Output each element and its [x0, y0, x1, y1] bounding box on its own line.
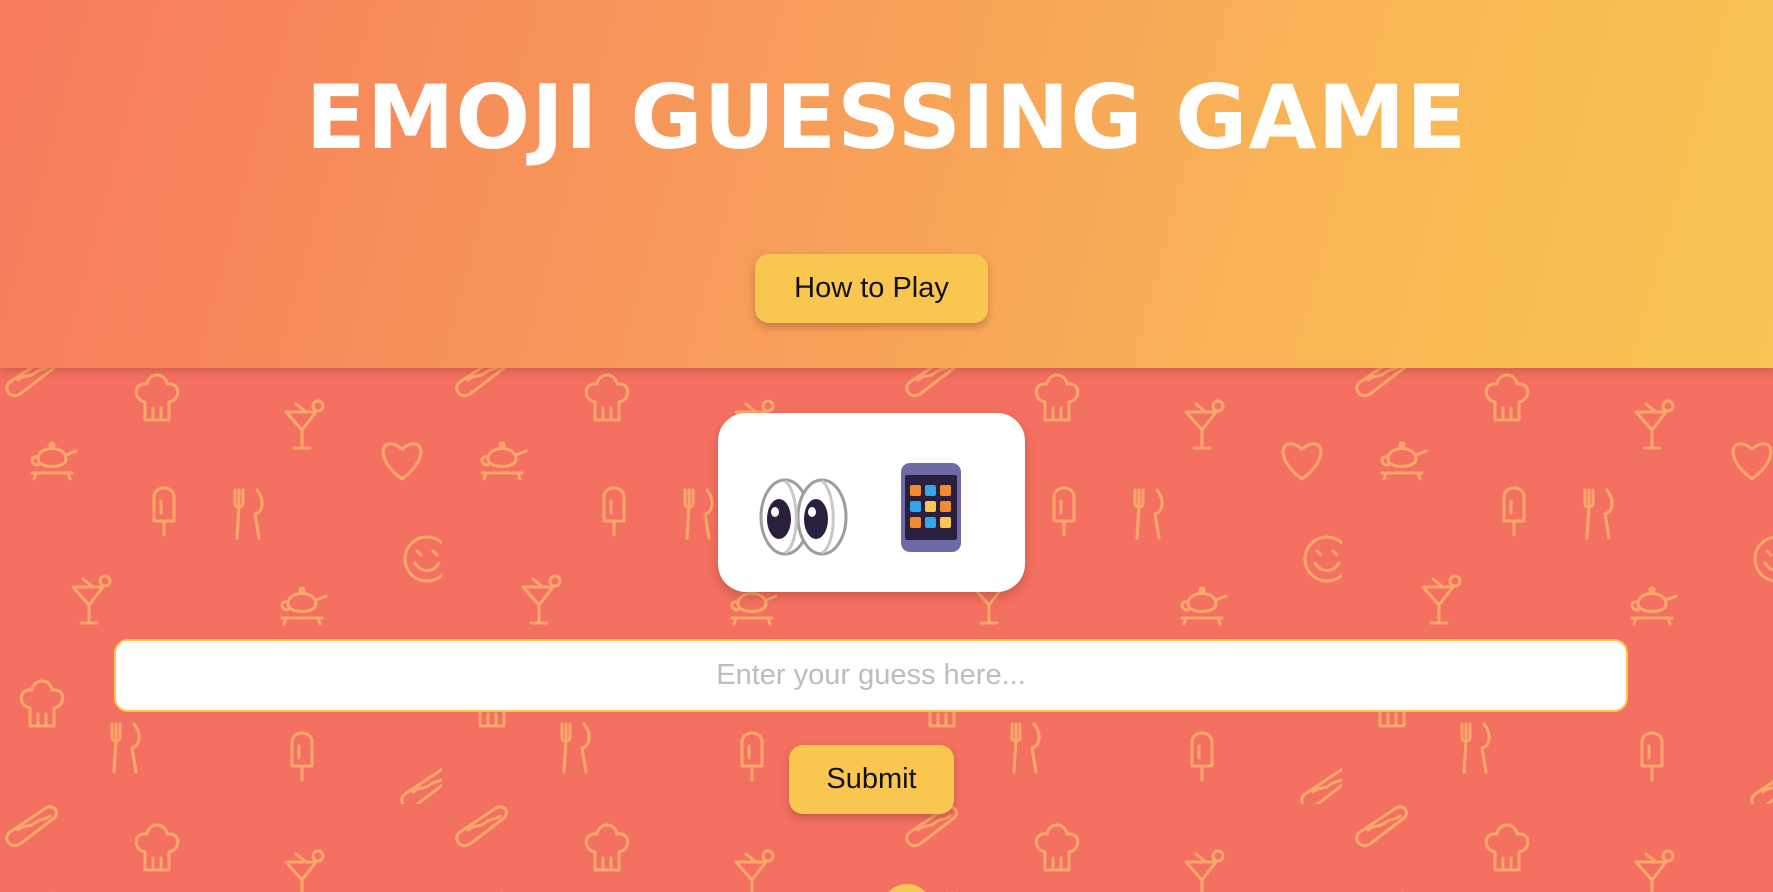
header: EMOJI GUESSING GAME How to Play	[0, 0, 1773, 368]
eyes-emoji	[759, 478, 848, 556]
emoji-puzzle-card	[718, 413, 1025, 592]
page-title: EMOJI GUESSING GAME	[305, 66, 1468, 169]
submit-button[interactable]: Submit	[789, 745, 954, 814]
emoji-row	[759, 463, 961, 556]
guess-input[interactable]	[114, 639, 1628, 712]
phone-emoji	[901, 463, 961, 552]
how-to-play-button[interactable]: How to Play	[755, 254, 988, 323]
